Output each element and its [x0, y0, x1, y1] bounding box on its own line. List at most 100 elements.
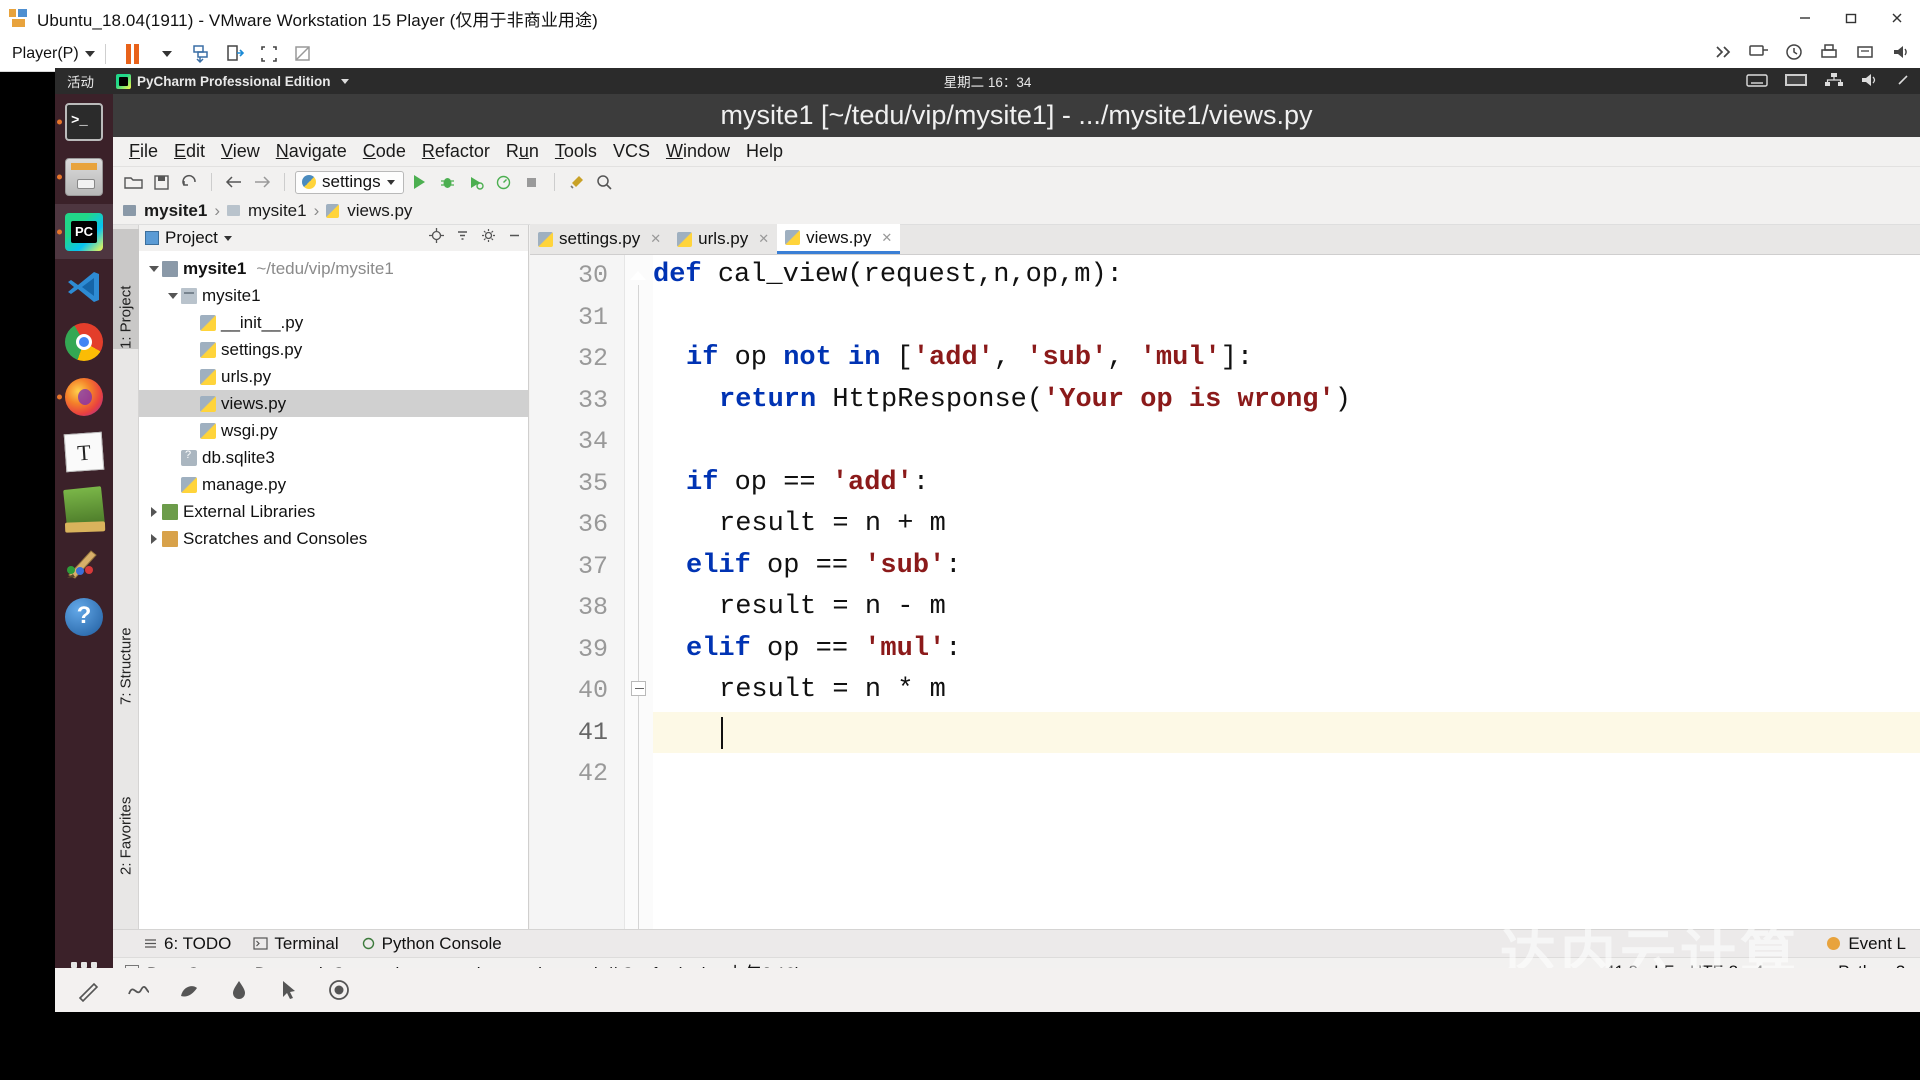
- player-menu-button[interactable]: Player(P): [12, 45, 95, 63]
- run-coverage-icon[interactable]: [464, 170, 488, 194]
- network-icon[interactable]: [1748, 43, 1770, 66]
- menu-edit[interactable]: Edit: [166, 139, 213, 164]
- code-line[interactable]: 36 result = n + m: [578, 504, 1920, 546]
- network-icon[interactable]: [1824, 72, 1844, 91]
- code-line[interactable]: 32 if op not in ['add', 'sub', 'mul']:: [578, 338, 1920, 380]
- code-line[interactable]: 38 result = n - m: [578, 587, 1920, 629]
- rail-structure[interactable]: 7: Structure: [113, 555, 139, 705]
- forward-icon[interactable]: [250, 170, 274, 194]
- chevron-down-icon[interactable]: [223, 235, 232, 241]
- tree-item-scratches-and-consoles[interactable]: Scratches and Consoles: [139, 525, 528, 552]
- collapse-all-icon[interactable]: [455, 228, 470, 248]
- shape-icon[interactable]: [177, 978, 201, 1002]
- tree-item--init-py[interactable]: __init__.py: [139, 309, 528, 336]
- close-tab-icon[interactable]: ✕: [758, 231, 769, 247]
- code-line[interactable]: 34: [578, 421, 1920, 463]
- close-button[interactable]: [1874, 0, 1920, 36]
- profile-icon[interactable]: [492, 170, 516, 194]
- launcher-item-terminal[interactable]: [55, 94, 113, 149]
- menu-refactor[interactable]: Refactor: [414, 139, 498, 164]
- menu-tools[interactable]: Tools: [547, 139, 605, 164]
- save-icon[interactable]: [149, 170, 173, 194]
- menu-vcs[interactable]: VCS: [605, 139, 658, 164]
- fullscreen-icon[interactable]: [252, 39, 286, 69]
- pause-dropdown-icon[interactable]: [150, 39, 184, 69]
- launcher-item-help[interactable]: [55, 589, 113, 644]
- debug-icon[interactable]: [436, 170, 460, 194]
- tool-python-console[interactable]: Python Console: [361, 934, 502, 954]
- keyboard-icon[interactable]: [1746, 72, 1768, 91]
- record-icon[interactable]: [327, 978, 351, 1002]
- volume-icon[interactable]: [1860, 72, 1880, 91]
- tree-item-manage-py[interactable]: manage.py: [139, 471, 528, 498]
- code-line[interactable]: 41: [578, 711, 1920, 753]
- back-icon[interactable]: [222, 170, 246, 194]
- tree-item-mysite1[interactable]: mysite1: [139, 282, 528, 309]
- launcher-item-files[interactable]: [55, 149, 113, 204]
- power-icon[interactable]: [1896, 72, 1910, 91]
- locate-icon[interactable]: [429, 228, 444, 248]
- code-line[interactable]: 40 result = n * m: [578, 670, 1920, 712]
- menu-view[interactable]: View: [213, 139, 268, 164]
- open-icon[interactable]: [121, 170, 145, 194]
- fold-collapse-arrow[interactable]: [630, 271, 646, 280]
- tree-item-settings-py[interactable]: settings.py: [139, 336, 528, 363]
- expand-icon[interactable]: [1714, 43, 1734, 66]
- editor-tab-settings-py[interactable]: settings.py ✕: [530, 224, 670, 254]
- code-line[interactable]: 39 elif op == 'mul':: [578, 629, 1920, 671]
- tool-terminal[interactable]: Terminal: [253, 934, 339, 954]
- menu-navigate[interactable]: Navigate: [268, 139, 355, 164]
- twisty-closed-icon[interactable]: [147, 505, 160, 518]
- breadcrumb-item-1[interactable]: mysite1: [248, 201, 307, 221]
- code-line[interactable]: 33 return HttpResponse('Your op is wrong'…: [578, 380, 1920, 422]
- pen-icon[interactable]: [77, 978, 101, 1003]
- tree-item-db-sqlite3[interactable]: db.sqlite3: [139, 444, 528, 471]
- menu-help[interactable]: Help: [738, 139, 791, 164]
- settings-icon[interactable]: [481, 228, 496, 248]
- launcher-item-paint[interactable]: [55, 534, 113, 589]
- cursor-icon[interactable]: [277, 978, 301, 1002]
- pause-icon[interactable]: [116, 39, 150, 69]
- tree-item-views-py[interactable]: views.py: [139, 390, 528, 417]
- send-ctrl-alt-del-icon[interactable]: [184, 39, 218, 69]
- tree-item-mysite1[interactable]: mysite1 ~/tedu/vip/mysite1: [139, 255, 528, 282]
- fill-icon[interactable]: [227, 978, 251, 1002]
- fold-box-icon[interactable]: [631, 681, 646, 696]
- menu-run[interactable]: Run: [498, 139, 547, 164]
- menu-window[interactable]: Window: [658, 139, 738, 164]
- code-line[interactable]: 35 if op == 'add':: [578, 463, 1920, 505]
- hide-icon[interactable]: [507, 228, 522, 248]
- unity-mode-icon[interactable]: [286, 39, 320, 69]
- time-icon[interactable]: [1784, 42, 1804, 67]
- launcher-item-vscode[interactable]: [55, 259, 113, 314]
- build-icon[interactable]: [565, 170, 589, 194]
- editor-tab-views-py[interactable]: views.py ✕: [777, 224, 901, 254]
- tree-item-wsgi-py[interactable]: wsgi.py: [139, 417, 528, 444]
- menu-file[interactable]: File: [121, 139, 166, 164]
- rail-project[interactable]: 1: Project: [113, 229, 139, 349]
- curve-icon[interactable]: [127, 978, 151, 1002]
- restore-button[interactable]: [1828, 0, 1874, 36]
- launcher-item-books[interactable]: [55, 479, 113, 534]
- launcher-item-firefox[interactable]: [55, 369, 113, 424]
- tree-item-urls-py[interactable]: urls.py: [139, 363, 528, 390]
- code-line[interactable]: 30 def cal_view(request,n,op,m):: [578, 255, 1920, 297]
- printer-icon[interactable]: [1818, 42, 1840, 67]
- run-configuration-selector[interactable]: settings: [295, 170, 404, 194]
- code-content[interactable]: 30 def cal_view(request,n,op,m): 31 32 if op…: [578, 255, 1920, 1012]
- code-line[interactable]: 31: [578, 297, 1920, 339]
- launcher-item-chrome[interactable]: [55, 314, 113, 369]
- minimize-button[interactable]: [1782, 0, 1828, 36]
- twisty-open-icon[interactable]: [166, 289, 179, 302]
- run-icon[interactable]: [408, 170, 432, 194]
- clock[interactable]: 星期二 16：34: [55, 71, 1920, 91]
- tree-item-external-libraries[interactable]: External Libraries: [139, 498, 528, 525]
- menu-code[interactable]: Code: [355, 139, 414, 164]
- launcher-item-pycharm[interactable]: [55, 204, 113, 259]
- tool-todo[interactable]: 6: TODO: [143, 934, 231, 954]
- close-tab-icon[interactable]: ✕: [881, 230, 892, 246]
- twisty-closed-icon[interactable]: [147, 532, 160, 545]
- input-method-icon[interactable]: [1784, 72, 1808, 91]
- launcher-item-text-editor[interactable]: [55, 424, 113, 479]
- breadcrumb-item-2[interactable]: views.py: [347, 201, 412, 221]
